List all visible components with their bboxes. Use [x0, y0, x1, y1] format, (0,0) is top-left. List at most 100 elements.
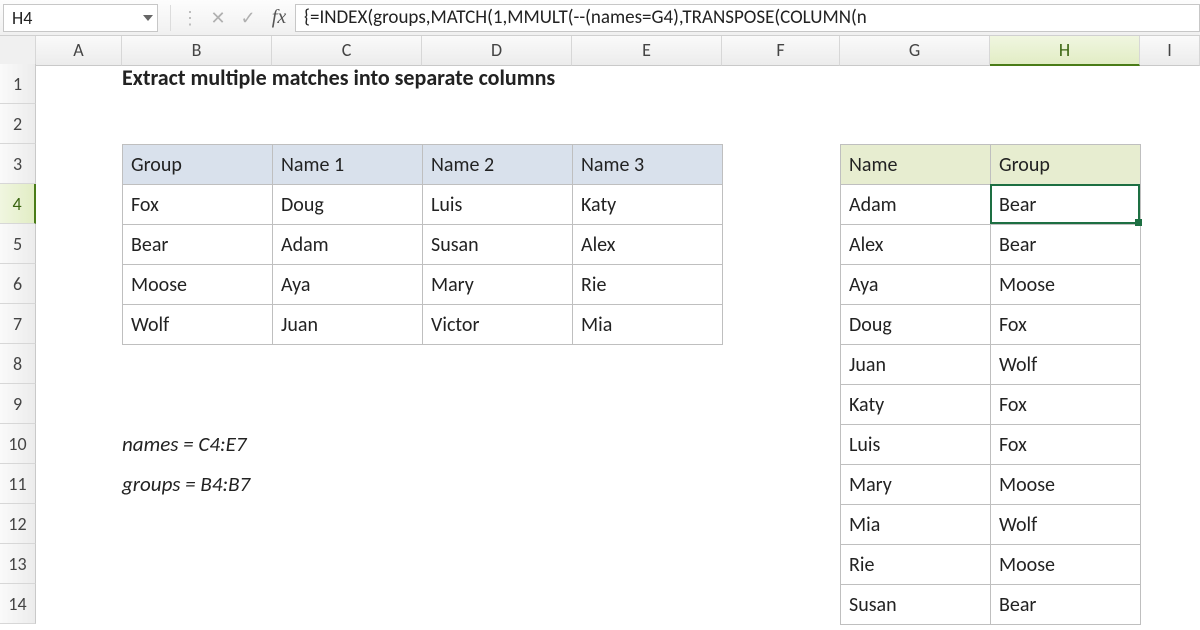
- cell[interactable]: Doug: [273, 185, 423, 225]
- cell[interactable]: Moose: [991, 265, 1141, 305]
- table-row: RieMoose: [841, 545, 1141, 585]
- cell[interactable]: Bear: [991, 185, 1141, 225]
- col-header-name1[interactable]: Name 1: [273, 145, 423, 185]
- table-row: SusanBear: [841, 585, 1141, 625]
- row-header-5[interactable]: 5: [0, 224, 36, 264]
- col-header-C[interactable]: C: [272, 36, 422, 66]
- row-header-8[interactable]: 8: [0, 344, 36, 384]
- row-header-1[interactable]: 1: [0, 64, 36, 104]
- col-header-name[interactable]: Name: [841, 145, 991, 185]
- cell[interactable]: Fox: [991, 425, 1141, 465]
- cell[interactable]: Luis: [841, 425, 991, 465]
- cell[interactable]: Mia: [841, 505, 991, 545]
- cell[interactable]: Rie: [573, 265, 723, 305]
- cell[interactable]: Mary: [841, 465, 991, 505]
- cell[interactable]: Juan: [273, 305, 423, 345]
- page-title: Extract multiple matches into separate c…: [122, 64, 555, 91]
- cell[interactable]: Fox: [123, 185, 273, 225]
- row-header-7[interactable]: 7: [0, 304, 36, 344]
- groups-table: Group Name 1 Name 2 Name 3 Fox Doug Luis…: [122, 144, 723, 345]
- table-row: Moose Aya Mary Rie: [123, 265, 723, 305]
- cell[interactable]: Mia: [573, 305, 723, 345]
- cell[interactable]: Aya: [273, 265, 423, 305]
- cell[interactable]: Rie: [841, 545, 991, 585]
- cell[interactable]: Victor: [423, 305, 573, 345]
- row-header-13[interactable]: 13: [0, 544, 36, 584]
- row-header-14[interactable]: 14: [0, 584, 36, 624]
- cell[interactable]: Alex: [573, 225, 723, 265]
- named-range-notes: names = C4:E7 groups = B4:B7: [122, 424, 250, 504]
- col-header-I[interactable]: I: [1140, 36, 1200, 66]
- row-header-3[interactable]: 3: [0, 144, 36, 184]
- row-headers: 1 2 3 4 5 6 7 8 9 10 11 12 13 14: [0, 64, 36, 624]
- note-groups: groups = B4:B7: [122, 464, 250, 504]
- row-header-2[interactable]: 2: [0, 104, 36, 144]
- cell[interactable]: Juan: [841, 345, 991, 385]
- row-header-10[interactable]: 10: [0, 424, 36, 464]
- cell[interactable]: Wolf: [123, 305, 273, 345]
- separator: [170, 5, 171, 31]
- cell[interactable]: Susan: [841, 585, 991, 625]
- cell[interactable]: Moose: [991, 545, 1141, 585]
- col-header-H[interactable]: H: [990, 36, 1140, 66]
- col-header-E[interactable]: E: [572, 36, 722, 66]
- col-header-group[interactable]: Group: [123, 145, 273, 185]
- cell[interactable]: Mary: [423, 265, 573, 305]
- cell[interactable]: Bear: [991, 585, 1141, 625]
- cell[interactable]: Katy: [573, 185, 723, 225]
- formula-input[interactable]: {=INDEX(groups,MATCH(1,MMULT(--(names=G4…: [295, 4, 1200, 32]
- cell[interactable]: Wolf: [991, 505, 1141, 545]
- cell[interactable]: Doug: [841, 305, 991, 345]
- formula-bar: H4 ⋮ ✕ ✓ fx {=INDEX(groups,MATCH(1,MMULT…: [0, 0, 1200, 36]
- col-header-G[interactable]: G: [840, 36, 990, 66]
- cell[interactable]: Bear: [991, 225, 1141, 265]
- cell[interactable]: Moose: [991, 465, 1141, 505]
- formula-text: {=INDEX(groups,MATCH(1,MMULT(--(names=G4…: [304, 6, 867, 29]
- cell[interactable]: Bear: [123, 225, 273, 265]
- cell[interactable]: Adam: [841, 185, 991, 225]
- fx-icon[interactable]: fx: [263, 6, 295, 29]
- name-box[interactable]: H4: [3, 4, 158, 32]
- cell[interactable]: Luis: [423, 185, 573, 225]
- cell[interactable]: Susan: [423, 225, 573, 265]
- cell[interactable]: Wolf: [991, 345, 1141, 385]
- column-headers: A B C D E F G H I: [0, 36, 1200, 64]
- cancel-formula-button: ✕: [203, 7, 233, 29]
- table-header-row: Name Group: [841, 145, 1141, 185]
- table-row: AdamBear: [841, 185, 1141, 225]
- select-all-corner[interactable]: [0, 36, 36, 66]
- table-row: AyaMoose: [841, 265, 1141, 305]
- table-row: MiaWolf: [841, 505, 1141, 545]
- table-header-row: Group Name 1 Name 2 Name 3: [123, 145, 723, 185]
- cell[interactable]: Adam: [273, 225, 423, 265]
- col-header-name3[interactable]: Name 3: [573, 145, 723, 185]
- chevron-down-icon[interactable]: [143, 15, 153, 21]
- cell[interactable]: Aya: [841, 265, 991, 305]
- cell[interactable]: Moose: [123, 265, 273, 305]
- cell-grid[interactable]: Extract multiple matches into separate c…: [36, 64, 1200, 624]
- col-header-name2[interactable]: Name 2: [423, 145, 573, 185]
- table-row: KatyFox: [841, 385, 1141, 425]
- table-row: Wolf Juan Victor Mia: [123, 305, 723, 345]
- table-row: Fox Doug Luis Katy: [123, 185, 723, 225]
- cell[interactable]: Katy: [841, 385, 991, 425]
- col-header-B[interactable]: B: [122, 36, 272, 66]
- note-names: names = C4:E7: [122, 424, 250, 464]
- cell[interactable]: Fox: [991, 385, 1141, 425]
- enter-formula-button: ✓: [233, 7, 263, 29]
- col-header-D[interactable]: D: [422, 36, 572, 66]
- table-row: MaryMoose: [841, 465, 1141, 505]
- col-header-A[interactable]: A: [36, 36, 122, 66]
- cell[interactable]: Alex: [841, 225, 991, 265]
- row-header-9[interactable]: 9: [0, 384, 36, 424]
- cell[interactable]: Fox: [991, 305, 1141, 345]
- lookup-table: Name Group AdamBear AlexBear AyaMoose Do…: [840, 144, 1141, 625]
- name-box-value: H4: [12, 7, 32, 29]
- col-header-group[interactable]: Group: [991, 145, 1141, 185]
- row-header-11[interactable]: 11: [0, 464, 36, 504]
- row-header-6[interactable]: 6: [0, 264, 36, 304]
- row-header-12[interactable]: 12: [0, 504, 36, 544]
- col-header-F[interactable]: F: [722, 36, 840, 66]
- row-header-4[interactable]: 4: [0, 184, 36, 224]
- table-row: LuisFox: [841, 425, 1141, 465]
